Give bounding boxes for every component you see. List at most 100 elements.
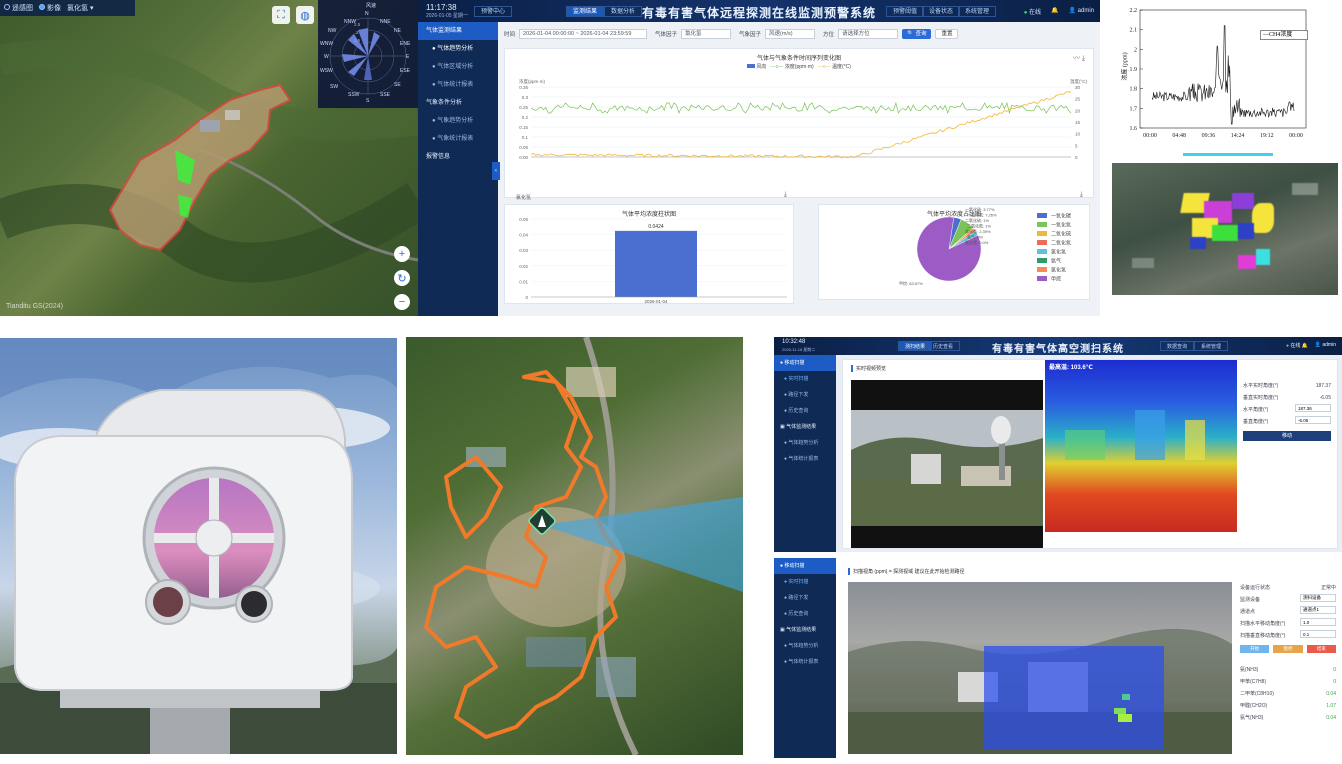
sidebar-item-met-trend[interactable]: ● 气象趋势分析 (418, 112, 498, 130)
sidebar: 气体监测结果 ● 气体趋势分析 ● 气体区域分析 ● 气体统计报表 气象条件分析… (418, 22, 498, 316)
ch4-line-chart: 2.2 2.1 2 1.9 1.8 1.7 1.6 00:00 04:48 09:36 14:24 1… (1130, 8, 1307, 139)
dir-select[interactable]: 请选择方位 (838, 29, 899, 39)
sidebar-item-mobile-scan[interactable]: ● 移动扫描 (774, 558, 836, 574)
legend-label: 二氧化硫 (1051, 231, 1071, 238)
sidebar-item-history[interactable]: ● 历史查询 (774, 403, 836, 419)
layer-option[interactable]: 遥感图 (4, 3, 33, 13)
ch4-series-line (1151, 25, 1295, 125)
sidebar-item-gas-results[interactable]: ▣ 气体监测结果 (774, 622, 836, 638)
pie-chart: 一氧化碳: 3.77%一氧化氮: 7.26%二氧化硫: 1%二氧化氮: 1%氯化… (899, 206, 1071, 286)
pie-download-icon[interactable]: ⤓ (1080, 191, 1083, 199)
h-angle-input[interactable] (1295, 404, 1331, 412)
sidebar-item-gas-trend[interactable]: ● 气体趋势分析 (774, 638, 836, 654)
sidebar-collapse-handle[interactable]: ‹ (492, 162, 500, 180)
nav-tab-devices[interactable]: 设备状态 (922, 6, 961, 17)
layer-option[interactable]: 影像 (39, 3, 61, 13)
globe-icon[interactable]: ◍ (296, 6, 314, 24)
gas-zone (1232, 193, 1254, 209)
gas-reading: 氨气(NH3) 0.04 (1240, 715, 1336, 721)
y-left-tick: 0.25 (519, 105, 528, 110)
pause-button[interactable]: 暂停 (1273, 645, 1303, 653)
time-range-input[interactable]: 2026-01-04 00:00:00 ~ 2026-01-04 23:59:5… (519, 29, 648, 39)
scan-grid-overlay (984, 646, 1164, 750)
y-right-tick: 25 (1075, 97, 1081, 102)
fence-scan-map (406, 337, 743, 755)
time-filter-label: 时间 (504, 32, 516, 38)
nav-tab-query[interactable]: 数据查询 (1160, 341, 1195, 351)
zoom-in-icon[interactable]: + (394, 246, 410, 262)
sidebar-item-path[interactable]: ● 路径下发 (774, 387, 836, 403)
zoom-out-icon[interactable]: − (394, 294, 410, 310)
map-attribution: Tianditu GS(2024) (6, 303, 63, 310)
sidebar-item-realtime[interactable]: ● 实时扫描 (774, 574, 836, 590)
sidebar-item-gas-area[interactable]: ● 气体区域分析 (418, 58, 498, 76)
h-step-input[interactable] (1300, 618, 1336, 626)
nav-tab-system[interactable]: 系统管理 (958, 6, 997, 17)
sidebar-item-gas-report[interactable]: ● 气体统计报表 (418, 76, 498, 94)
reset-button[interactable]: 重置 (935, 29, 959, 39)
compass-label-se: SE (394, 82, 401, 88)
pie-callout: 二氧化硫: 1% (965, 217, 989, 223)
header-status: ● 在线 🔔 👤 admin (1024, 7, 1094, 16)
v-step-input[interactable] (1300, 630, 1336, 638)
sidebar-item-gas-trend[interactable]: ● 气体趋势分析 (418, 40, 498, 58)
move-button[interactable]: 移动 (1243, 431, 1331, 441)
channel-select[interactable] (1300, 606, 1336, 614)
gas-select[interactable]: 氯化氢 (681, 29, 732, 39)
start-button[interactable]: 开始 (1240, 645, 1270, 653)
sidebar-item-path[interactable]: ● 路径下发 (774, 590, 836, 606)
sidebar-item-gas-results[interactable]: 气体监测结果 (418, 22, 498, 40)
satellite-map-panel[interactable]: 遥感图 影像 氯化氢 ▾ ⛶ ◍ 风速 N NNE NE ENE E ESE S… (0, 0, 418, 316)
nav-tab-admin[interactable]: 系统管理 (1194, 341, 1229, 351)
sidebar-item-mobile-scan[interactable]: ● 移动扫描 (774, 355, 836, 371)
query-button[interactable]: 🔍 查询 (902, 29, 932, 39)
thermal-video: 最高温: 103.6℃ (1045, 360, 1237, 532)
y-tick-label: 1.9 (1130, 67, 1138, 73)
sidebar-item-realtime[interactable]: ● 实时扫描 (774, 371, 836, 387)
high-altitude-system-scan: ● 移动扫描 ● 实时扫描 ● 路径下发 ● 历史查询 ▣ 气体监测结果 ● 气… (774, 558, 1342, 758)
legend-label: 一氧化碳 (1051, 213, 1071, 220)
compass-label-e: E (406, 54, 410, 60)
compass-label-ene: ENE (400, 41, 411, 47)
sidebar-item-met[interactable]: 气象条件分析 (418, 94, 498, 112)
field-device: 监测设备 (1236, 594, 1340, 606)
gas-zone (1252, 203, 1274, 233)
nav-tab-threshold[interactable]: 预警阈值 (886, 6, 925, 17)
pie-callout: 甲烷: 83.57% (899, 280, 923, 286)
stop-button[interactable]: 结束 (1306, 645, 1336, 653)
sidebar-item-history[interactable]: ● 历史查询 (774, 606, 836, 622)
sidebar-item-gas-results[interactable]: ▣ 气体监测结果 (774, 419, 836, 435)
fullscreen-icon[interactable]: ⛶ (272, 6, 290, 24)
sidebar-item-gas-trend[interactable]: ● 气体趋势分析 (774, 435, 836, 451)
rotate-icon[interactable]: ↻ (394, 270, 410, 286)
layer-dropdown[interactable]: 氯化氢 ▾ (67, 3, 93, 13)
sidebar-item-alarms[interactable]: 报警信息 (418, 148, 498, 166)
field-h-step: 扫描水平移动角度(°) (1236, 618, 1340, 630)
v-angle-input[interactable] (1295, 416, 1331, 424)
scan-controls: 设备运行状态正常中 监测设备 通道点 扫描水平移动角度(°) 扫描垂直移动角度(… (1236, 582, 1340, 724)
pie-callout: 氯化氢: 2.39% (965, 228, 991, 234)
building (1292, 183, 1318, 195)
visible-video (851, 380, 1043, 548)
sidebar-item-gas-report[interactable]: ● 气体统计报表 (774, 451, 836, 467)
field-status: 设备运行状态 正常中 (1240, 585, 1336, 591)
system-user[interactable]: 👤 admin (1315, 342, 1336, 348)
bar-category-label: 2026-01-04 (644, 299, 668, 304)
thermal-max-temp: 最高温: 103.6℃ (1049, 365, 1093, 371)
bell-icon[interactable]: 🔔 (1051, 7, 1058, 16)
system-title: 有毒有害气体高空测扫系统 (992, 344, 1124, 355)
ch4-highlight-bar (1183, 153, 1273, 156)
sidebar-item-gas-report[interactable]: ● 气体统计报表 (774, 654, 836, 670)
y-tick: 0.04 (519, 233, 528, 238)
ch4-ylabel: 浓度 (ppm) (1122, 52, 1129, 81)
bar-download-icon[interactable]: ⤓ (784, 191, 787, 199)
fence-map-view (424, 337, 743, 755)
y-left-tick: 0.1 (522, 135, 529, 140)
user-menu[interactable]: 👤 admin (1069, 7, 1094, 16)
met-select[interactable]: 风速(m/s) (765, 29, 816, 39)
y-left-tick: 0.00 (519, 155, 528, 160)
sidebar-item-met-report[interactable]: ● 气象统计报表 (418, 130, 498, 148)
compass-label-w: W (324, 54, 329, 60)
scan-sidebar: ● 移动扫描 ● 实时扫描 ● 路径下发 ● 历史查询 ▣ 气体监测结果 ● 气… (774, 558, 836, 758)
device-select[interactable] (1300, 594, 1336, 602)
